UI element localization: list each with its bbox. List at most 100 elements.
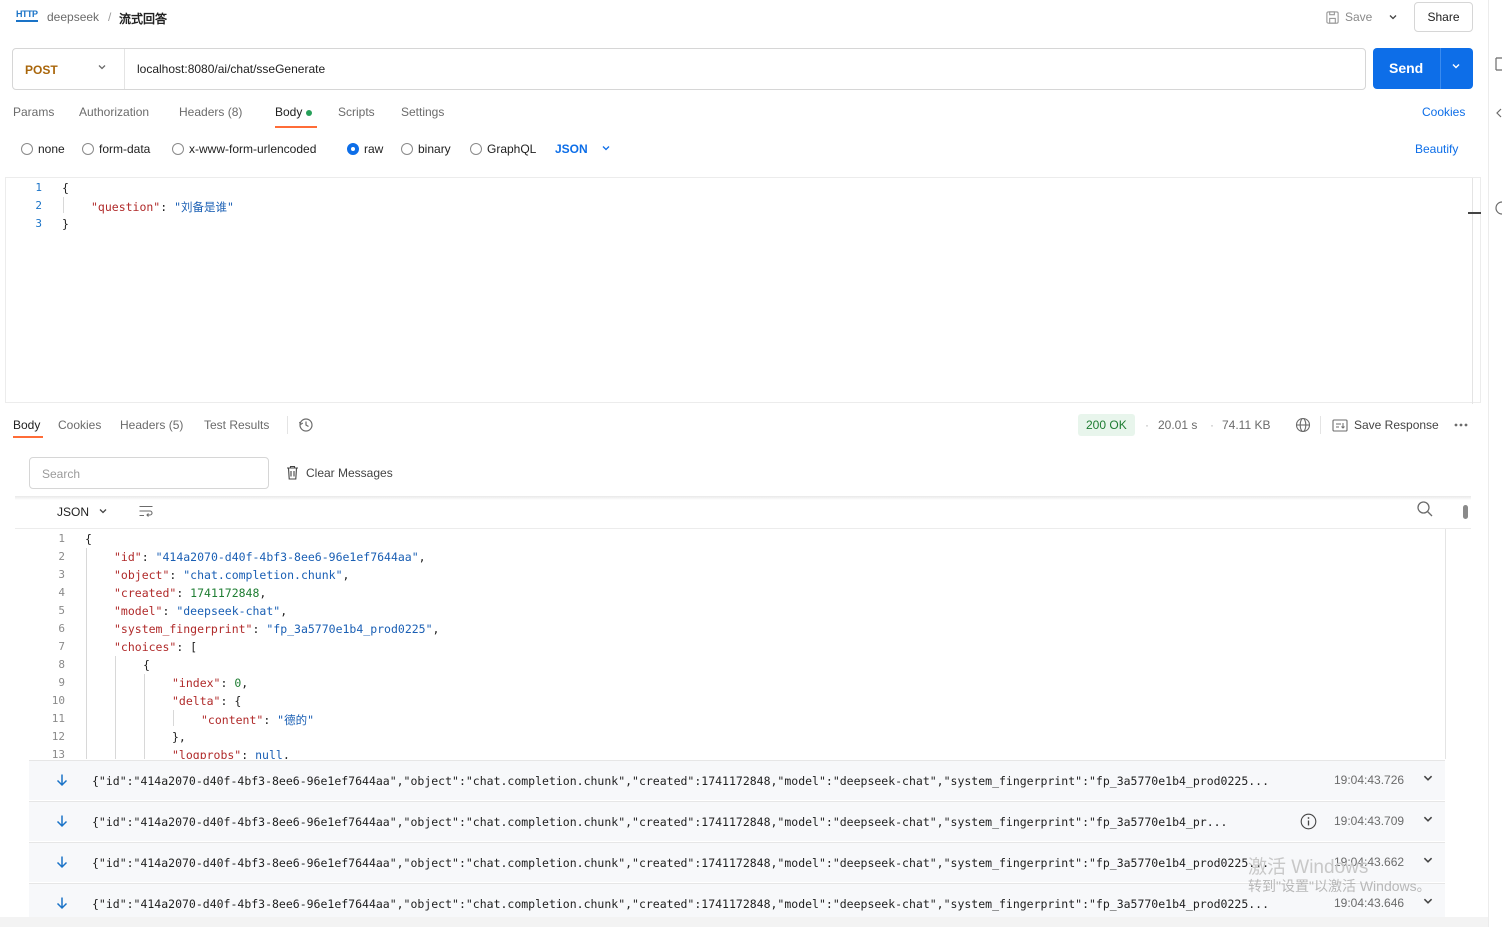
- tab-authorization[interactable]: Authorization: [79, 105, 149, 119]
- trash-icon: [287, 465, 298, 480]
- expand-chevron-icon[interactable]: [1422, 772, 1434, 784]
- code-line: {: [85, 532, 92, 546]
- os-activation-watermark-title: 激活 Windows: [1248, 857, 1369, 878]
- wrap-lines-icon[interactable]: [138, 503, 154, 519]
- share-button[interactable]: Share: [1414, 2, 1473, 32]
- panel-scrollbar-thumb[interactable]: [1463, 505, 1468, 519]
- raw-format-select[interactable]: JSON: [555, 142, 611, 156]
- breadcrumb-collection[interactable]: deepseek: [47, 10, 99, 24]
- save-button[interactable]: Save: [1325, 3, 1372, 31]
- json-colon: :: [160, 200, 175, 214]
- code-line: "question": "刘备是谁": [91, 199, 234, 215]
- response-size[interactable]: 74.11 KB: [1222, 418, 1270, 432]
- save-icon: [1326, 10, 1339, 24]
- request-body-editor[interactable]: 1 2 3 { "question": "刘备是谁" }: [5, 177, 1481, 404]
- response-body-viewer[interactable]: 1 2 3 4 5 6 7 8 9 10 11 12 13 { "id": "4…: [15, 529, 1446, 759]
- send-options-chevron-icon[interactable]: [1451, 60, 1461, 74]
- json-string: "deepseek-chat": [176, 604, 281, 618]
- line-number: 3: [58, 568, 65, 581]
- info-panel-icon[interactable]: [1493, 201, 1505, 215]
- cookies-link[interactable]: Cookies: [1422, 105, 1465, 119]
- tab-settings[interactable]: Settings: [401, 105, 444, 119]
- radio-binary[interactable]: binary: [401, 142, 451, 156]
- chevron-down-icon: [99, 509, 107, 514]
- more-options-icon[interactable]: [1453, 422, 1469, 428]
- globe-icon[interactable]: [1295, 417, 1311, 433]
- docs-icon[interactable]: [1494, 57, 1504, 71]
- search-input[interactable]: Search: [29, 457, 269, 489]
- response-tab-test-results[interactable]: Test Results: [204, 418, 269, 432]
- json-number: 0: [234, 676, 242, 690]
- save-response-button[interactable]: Save Response: [1332, 418, 1439, 432]
- json-string: "chat.completion.chunk": [183, 568, 343, 582]
- viewer-scrollbar-track[interactable]: [1445, 529, 1446, 759]
- line-number: 13: [51, 748, 65, 759]
- history-icon[interactable]: [298, 417, 314, 433]
- radio-label: x-www-form-urlencoded: [189, 142, 317, 156]
- radio-circle: [21, 143, 33, 155]
- clear-messages-button[interactable]: Clear Messages: [286, 465, 393, 480]
- url-bar: POST localhost:8080/ai/chat/sseGenerate: [12, 48, 1366, 90]
- radio-form-data[interactable]: form-data: [82, 142, 150, 156]
- send-button[interactable]: Send: [1373, 48, 1473, 89]
- json-key: "content": [201, 713, 264, 727]
- json-key: "question": [91, 200, 161, 214]
- message-row[interactable]: {"id":"414a2070-d40f-4bf3-8ee6-96e1ef764…: [29, 760, 1445, 800]
- line-number: 1: [58, 532, 65, 545]
- method-chevron-down-icon[interactable]: [97, 62, 107, 75]
- arrow-down-icon: [56, 856, 68, 869]
- line-number: 8: [58, 658, 65, 671]
- method-select[interactable]: POST: [25, 63, 58, 77]
- tab-headers[interactable]: Headers (8): [179, 105, 242, 119]
- json-number: 1741172848: [190, 586, 260, 600]
- response-tab-headers[interactable]: Headers (5): [120, 418, 183, 432]
- arrow-down-icon: [56, 897, 68, 910]
- tab-scripts[interactable]: Scripts: [338, 105, 375, 119]
- response-tab-cookies[interactable]: Cookies: [58, 418, 101, 432]
- message-row[interactable]: {"id":"414a2070-d40f-4bf3-8ee6-96e1ef764…: [29, 801, 1445, 841]
- radio-graphql[interactable]: GraphQL: [470, 142, 536, 156]
- chevron-down-icon: [602, 146, 610, 151]
- request-title[interactable]: 流式回答: [119, 10, 167, 27]
- radio-label: binary: [418, 142, 451, 156]
- beautify-button[interactable]: Beautify: [1415, 142, 1458, 156]
- indent-guide: [86, 548, 87, 759]
- code-open-brace: {: [62, 181, 69, 195]
- response-time[interactable]: 20.01 s: [1158, 418, 1197, 432]
- code-line: "choices": [: [114, 640, 198, 654]
- send-split-divider: [1440, 48, 1441, 89]
- radio-circle-selected: [347, 143, 359, 155]
- tab-params[interactable]: Params: [13, 105, 54, 119]
- save-options-chevron-icon[interactable]: [1388, 3, 1398, 31]
- meta-divider: [1320, 416, 1321, 434]
- message-row[interactable]: {"id":"414a2070-d40f-4bf3-8ee6-96e1ef764…: [29, 842, 1445, 882]
- radio-x-www-form-urlencoded[interactable]: x-www-form-urlencoded: [172, 142, 316, 156]
- status-badge[interactable]: 200 OK: [1078, 414, 1135, 436]
- tab-body-label: Body: [275, 105, 303, 119]
- search-icon[interactable]: [1416, 500, 1434, 518]
- code-line: },: [172, 730, 186, 744]
- expand-chevron-icon[interactable]: [1422, 854, 1434, 866]
- code-line: "delta": {: [172, 694, 242, 708]
- tab-body[interactable]: Body: [275, 105, 313, 119]
- info-icon[interactable]: [1300, 813, 1317, 830]
- indent-guide: [144, 674, 145, 759]
- expand-chevron-icon[interactable]: [1422, 813, 1434, 825]
- response-tab-body[interactable]: Body: [13, 418, 40, 432]
- radio-none[interactable]: none: [21, 142, 65, 156]
- url-input[interactable]: localhost:8080/ai/chat/sseGenerate: [137, 62, 325, 76]
- message-text: {"id":"414a2070-d40f-4bf3-8ee6-96e1ef764…: [92, 856, 1270, 870]
- viewer-format-select[interactable]: JSON: [57, 505, 108, 519]
- code-icon[interactable]: [1494, 107, 1504, 119]
- message-time: 19:04:43.646: [1334, 896, 1405, 910]
- expand-chevron-icon[interactable]: [1422, 895, 1434, 907]
- code-line: "logprobs": null,: [172, 748, 290, 759]
- editor-scrollbar-thumb[interactable]: [1468, 212, 1481, 214]
- line-number: 2: [35, 199, 42, 212]
- message-row[interactable]: {"id":"414a2070-d40f-4bf3-8ee6-96e1ef764…: [29, 883, 1445, 917]
- active-tab-indicator: [275, 126, 317, 128]
- radio-raw[interactable]: raw: [347, 142, 383, 156]
- json-key: "created": [114, 586, 177, 600]
- line-number: 1: [35, 181, 42, 194]
- right-sidebar-strip: [1488, 0, 1508, 927]
